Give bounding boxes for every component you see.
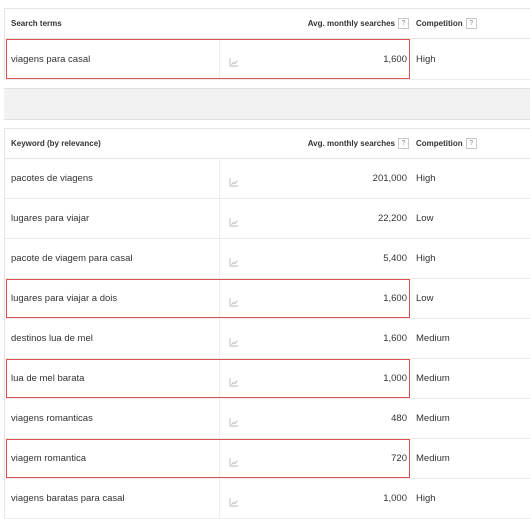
table-row[interactable]: pacote de viagem para casal 5,400 High	[5, 239, 530, 279]
trend-chart-icon[interactable]	[229, 334, 239, 346]
column-divider	[219, 39, 220, 79]
avg-monthly-searches-cell: 201,000	[372, 173, 407, 184]
column-divider	[219, 159, 220, 198]
competition-cell: Medium	[416, 453, 450, 464]
keyword-cell[interactable]: viagem romantica	[11, 439, 86, 478]
table-row[interactable]: lugares para viajar a dois 1,600 Low	[5, 279, 530, 319]
column-header-avg-label: Avg. monthly searches	[307, 139, 395, 148]
competition-cell: Low	[416, 213, 434, 224]
avg-monthly-searches-cell: 1,000	[383, 493, 407, 504]
table-separator	[4, 88, 530, 120]
avg-monthly-searches-cell: 1,600	[383, 293, 407, 304]
table-row[interactable]: pacotes de viagens 201,000 High	[5, 159, 530, 199]
keyword-cell[interactable]: lugares para viajar	[11, 199, 89, 238]
column-header-avg-label: Avg. monthly searches	[307, 19, 395, 28]
column-header-avg-monthly-searches[interactable]: Avg. monthly searches?	[265, 129, 409, 158]
avg-monthly-searches-cell: 1,600	[383, 333, 407, 344]
help-icon[interactable]: ?	[398, 138, 409, 150]
trend-chart-icon[interactable]	[229, 454, 239, 466]
trend-chart-icon[interactable]	[229, 214, 239, 226]
avg-monthly-searches-cell: 5,400	[383, 253, 407, 264]
keyword-cell[interactable]: pacote de viagem para casal	[11, 239, 132, 278]
keyword-cell[interactable]: destinos lua de mel	[11, 319, 93, 358]
column-divider	[219, 199, 220, 238]
competition-cell: Medium	[416, 413, 450, 424]
avg-monthly-searches-cell: 720	[391, 453, 407, 464]
keyword-cell[interactable]: lugares para viajar a dois	[11, 279, 117, 318]
column-header-avg-monthly-searches[interactable]: Avg. monthly searches?	[265, 9, 409, 38]
keyword-cell[interactable]: viagens baratas para casal	[11, 479, 125, 518]
table-row[interactable]: lugares para viajar 22,200 Low	[5, 199, 530, 239]
keyword-cell[interactable]: viagens para casal	[11, 39, 90, 79]
table-row[interactable]: viagens para casal 1,600 High	[5, 39, 530, 80]
column-divider	[219, 439, 220, 478]
column-divider	[219, 319, 220, 358]
table-row[interactable]: destinos lua de mel 1,600 Medium	[5, 319, 530, 359]
keyword-ideas-rows: pacotes de viagens 201,000 High lugares par…	[5, 159, 530, 519]
competition-cell: High	[416, 173, 436, 184]
table-row[interactable]: lua de mel barata 1,000 Medium	[5, 359, 530, 399]
table-row[interactable]: viagens romanticas 480 Medium	[5, 399, 530, 439]
table-row[interactable]: viagem romantica 720 Medium	[5, 439, 530, 479]
competition-cell: High	[416, 493, 436, 504]
table-header: Search terms Avg. monthly searches? Comp…	[5, 9, 530, 39]
trend-chart-icon[interactable]	[229, 374, 239, 386]
keyword-cell[interactable]: pacotes de viagens	[11, 159, 93, 198]
avg-monthly-searches-cell: 1,600	[383, 53, 407, 65]
avg-monthly-searches-cell: 22,200	[377, 213, 407, 224]
trend-chart-icon[interactable]	[229, 494, 239, 506]
search-terms-rows: viagens para casal 1,600 High	[5, 39, 530, 80]
keyword-cell[interactable]: viagens romanticas	[11, 399, 93, 438]
trend-chart-icon[interactable]	[229, 294, 239, 306]
search-terms-table: Search terms Avg. monthly searches? Comp…	[4, 8, 530, 80]
column-divider	[219, 239, 220, 278]
column-header-competition-label: Competition	[416, 139, 463, 148]
help-icon[interactable]: ?	[465, 18, 477, 30]
column-header-keyword-by-relevance[interactable]: Keyword (by relevance)	[11, 129, 101, 158]
column-header-competition[interactable]: Competition?	[416, 9, 477, 38]
column-divider	[219, 479, 220, 518]
column-header-search-terms[interactable]: Search terms	[11, 9, 62, 38]
competition-cell: High	[416, 253, 436, 264]
help-icon[interactable]: ?	[398, 18, 409, 30]
keyword-ideas-table: Keyword (by relevance) Avg. monthly sear…	[4, 128, 530, 519]
column-header-competition-label: Competition	[416, 19, 463, 28]
competition-cell: High	[416, 53, 436, 65]
avg-monthly-searches-cell: 1,000	[383, 373, 407, 384]
keyword-cell[interactable]: lua de mel barata	[11, 359, 84, 398]
column-header-competition[interactable]: Competition?	[416, 129, 477, 158]
column-divider	[219, 279, 220, 318]
trend-chart-icon[interactable]	[229, 54, 239, 67]
trend-chart-icon[interactable]	[229, 414, 239, 426]
table-header: Keyword (by relevance) Avg. monthly sear…	[5, 129, 530, 159]
trend-chart-icon[interactable]	[229, 174, 239, 186]
column-divider	[219, 399, 220, 438]
competition-cell: Low	[416, 293, 434, 304]
table-row[interactable]: viagens baratas para casal 1,000 High	[5, 479, 530, 519]
competition-cell: Medium	[416, 333, 450, 344]
column-divider	[219, 359, 220, 398]
help-icon[interactable]: ?	[465, 138, 477, 150]
competition-cell: Medium	[416, 373, 450, 384]
trend-chart-icon[interactable]	[229, 254, 239, 266]
avg-monthly-searches-cell: 480	[391, 413, 407, 424]
